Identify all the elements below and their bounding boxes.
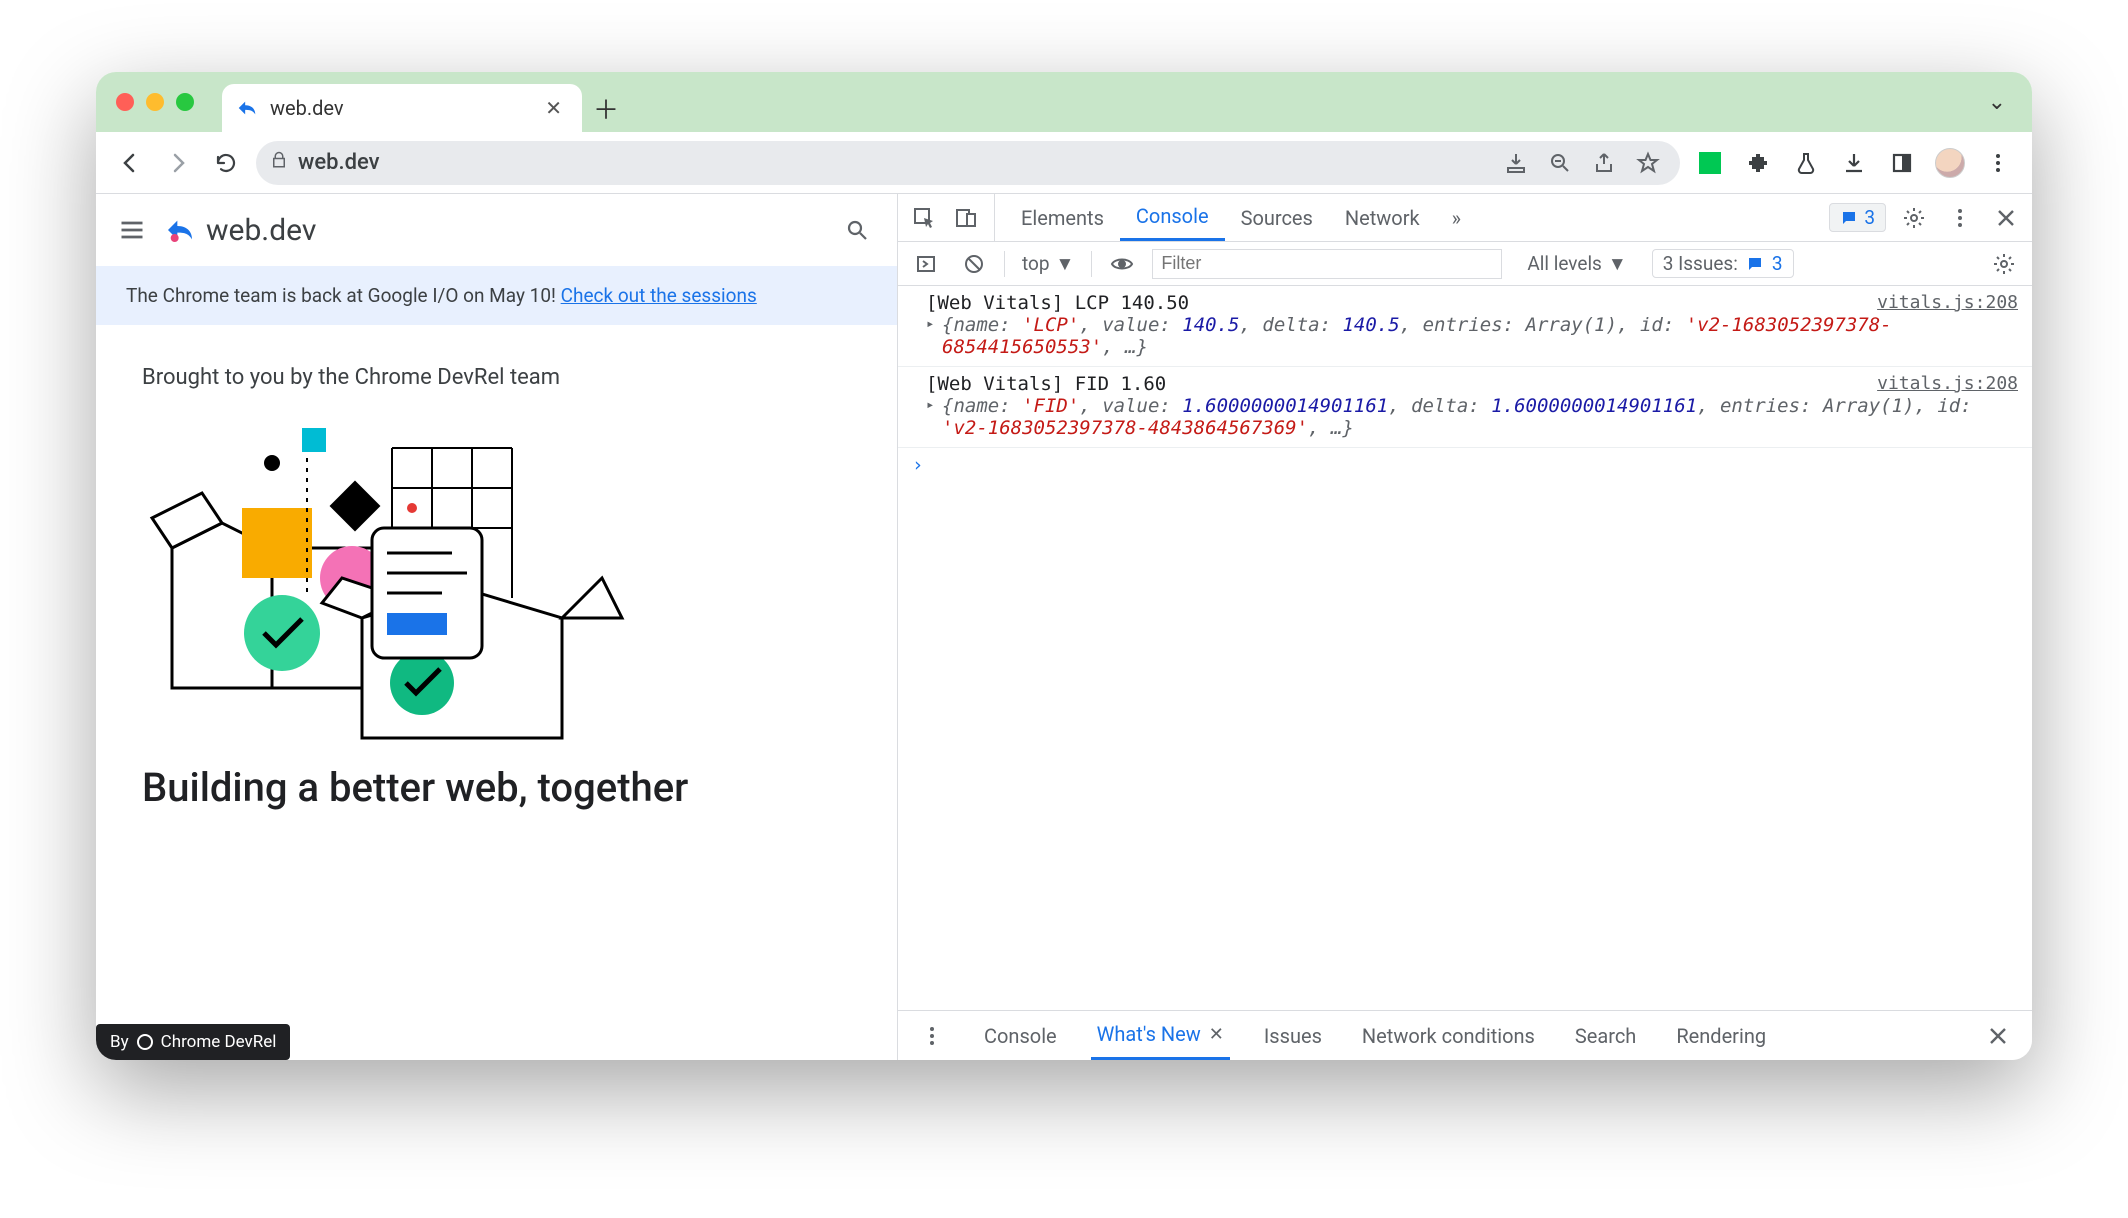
devtools-close-icon[interactable] [1988,200,2024,236]
chevron-down-icon: ▼ [1056,252,1075,276]
messages-count: 3 [1864,206,1875,229]
tabs-overflow[interactable]: » [1436,194,1477,241]
devtools-tabbar: Elements Console Sources Network » 3 [898,194,2032,242]
drawer-tab-rendering[interactable]: Rendering [1670,1011,1772,1060]
devtools-drawer: Console What's New ✕ Issues Network cond… [898,1010,2032,1060]
site-header: web.dev [96,194,897,266]
site-search-icon[interactable] [839,212,875,248]
log-message: [Web Vitals] FID 1.60 [926,373,2018,395]
tab-strip: web.dev ✕ ＋ ⌄ [96,72,2032,132]
browser-toolbar: web.dev [96,132,2032,194]
site-brand[interactable]: web.dev [164,213,316,248]
drawer-menu-icon[interactable] [914,1018,950,1054]
install-app-icon[interactable] [1498,145,1534,181]
log-levels-selector[interactable]: All levels ▼ [1522,251,1631,277]
tab-overflow-button[interactable]: ⌄ [1978,72,2016,132]
drawer-tab-network-conditions[interactable]: Network conditions [1356,1011,1541,1060]
devtools-menu-icon[interactable] [1942,200,1978,236]
chrome-menu-button[interactable] [1980,145,2016,181]
context-label: top [1022,252,1050,275]
log-object[interactable]: {name: 'LCP', value: 140.5, delta: 140.5… [926,314,2018,358]
menu-icon[interactable] [118,216,146,244]
url-text: web.dev [298,150,380,175]
downloads-icon[interactable] [1836,145,1872,181]
devtools-panel: Elements Console Sources Network » 3 [898,194,2032,1060]
bookmark-star-icon[interactable] [1630,145,1666,181]
hero-illustration [142,418,662,758]
log-message: [Web Vitals] LCP 140.50 [926,292,2018,314]
browser-tab[interactable]: web.dev ✕ [222,84,582,132]
log-source-link[interactable]: vitals.js:208 [1877,292,2018,313]
labs-icon[interactable] [1788,145,1824,181]
window-controls [112,72,222,132]
extension-indicator[interactable] [1692,145,1728,181]
tab-network[interactable]: Network [1329,194,1436,241]
console-prompt[interactable]: › [898,448,2032,482]
minimize-window-button[interactable] [146,93,164,111]
page-content: web.dev The Chrome team is back at Googl… [96,194,898,1060]
browser-window: web.dev ✕ ＋ ⌄ web.dev [96,72,2032,1060]
maximize-window-button[interactable] [176,93,194,111]
page-headline: Building a better web, together [142,764,851,811]
console-sidebar-toggle[interactable] [908,246,944,282]
forward-button[interactable] [160,145,196,181]
byline-text: Brought to you by the Chrome DevRel team [142,365,851,390]
tab-elements[interactable]: Elements [1005,194,1120,241]
close-window-button[interactable] [116,93,134,111]
reload-button[interactable] [208,145,244,181]
messages-badge[interactable]: 3 [1829,203,1886,232]
console-filter-input[interactable] [1152,249,1502,279]
tab-console[interactable]: Console [1120,194,1225,241]
devrel-badge: By Chrome DevRel [96,1024,290,1060]
close-icon[interactable]: ✕ [1209,1024,1224,1045]
lock-icon [270,150,288,175]
badge-prefix: By [110,1032,129,1052]
extensions-icon[interactable] [1740,145,1776,181]
levels-label: All levels [1527,252,1602,275]
inspect-element-icon[interactable] [906,200,942,236]
context-selector[interactable]: top ▼ [1017,251,1079,277]
devtools-settings-icon[interactable] [1896,200,1932,236]
console-log-entry[interactable]: vitals.js:208 [Web Vitals] LCP 140.50 {n… [898,286,2032,367]
reading-list-icon[interactable] [1884,145,1920,181]
announcement-banner: The Chrome team is back at Google I/O on… [96,266,897,325]
tab-title: web.dev [270,96,344,120]
clear-console-icon[interactable] [956,246,992,282]
console-log-entry[interactable]: vitals.js:208 [Web Vitals] FID 1.60 {nam… [898,367,2032,448]
drawer-tab-whatsnew[interactable]: What's New ✕ [1091,1011,1230,1060]
issues-label: 3 Issues: [1663,252,1738,275]
chrome-icon [137,1034,153,1050]
drawer-tab-label: What's New [1097,1022,1201,1046]
device-toolbar-icon[interactable] [948,200,984,236]
close-tab-button[interactable]: ✕ [539,92,568,124]
live-expression-icon[interactable] [1104,246,1140,282]
badge-label: Chrome DevRel [161,1032,277,1052]
address-bar[interactable]: web.dev [256,141,1680,185]
share-icon[interactable] [1586,145,1622,181]
back-button[interactable] [112,145,148,181]
banner-link[interactable]: Check out the sessions [561,284,757,307]
banner-text: The Chrome team is back at Google I/O on… [126,284,561,307]
drawer-close-icon[interactable] [1980,1018,2016,1054]
issues-count: 3 [1772,252,1783,275]
brand-logo-icon [164,214,196,246]
drawer-tab-console[interactable]: Console [978,1011,1063,1060]
drawer-tab-issues[interactable]: Issues [1258,1011,1328,1060]
profile-avatar[interactable] [1932,145,1968,181]
zoom-icon[interactable] [1542,145,1578,181]
log-source-link[interactable]: vitals.js:208 [1877,373,2018,394]
console-toolbar: top ▼ All levels ▼ 3 Issues: 3 [898,242,2032,286]
tab-sources[interactable]: Sources [1225,194,1329,241]
drawer-tab-search[interactable]: Search [1569,1011,1642,1060]
brand-text: web.dev [206,213,316,248]
new-tab-button[interactable]: ＋ [582,84,630,132]
log-object[interactable]: {name: 'FID', value: 1.6000000014901161,… [926,395,2018,439]
console-settings-icon[interactable] [1986,246,2022,282]
issues-badge[interactable]: 3 Issues: 3 [1652,249,1794,278]
chevron-down-icon: ▼ [1608,252,1627,276]
tab-favicon [236,97,258,119]
console-output[interactable]: vitals.js:208 [Web Vitals] LCP 140.50 {n… [898,286,2032,1010]
